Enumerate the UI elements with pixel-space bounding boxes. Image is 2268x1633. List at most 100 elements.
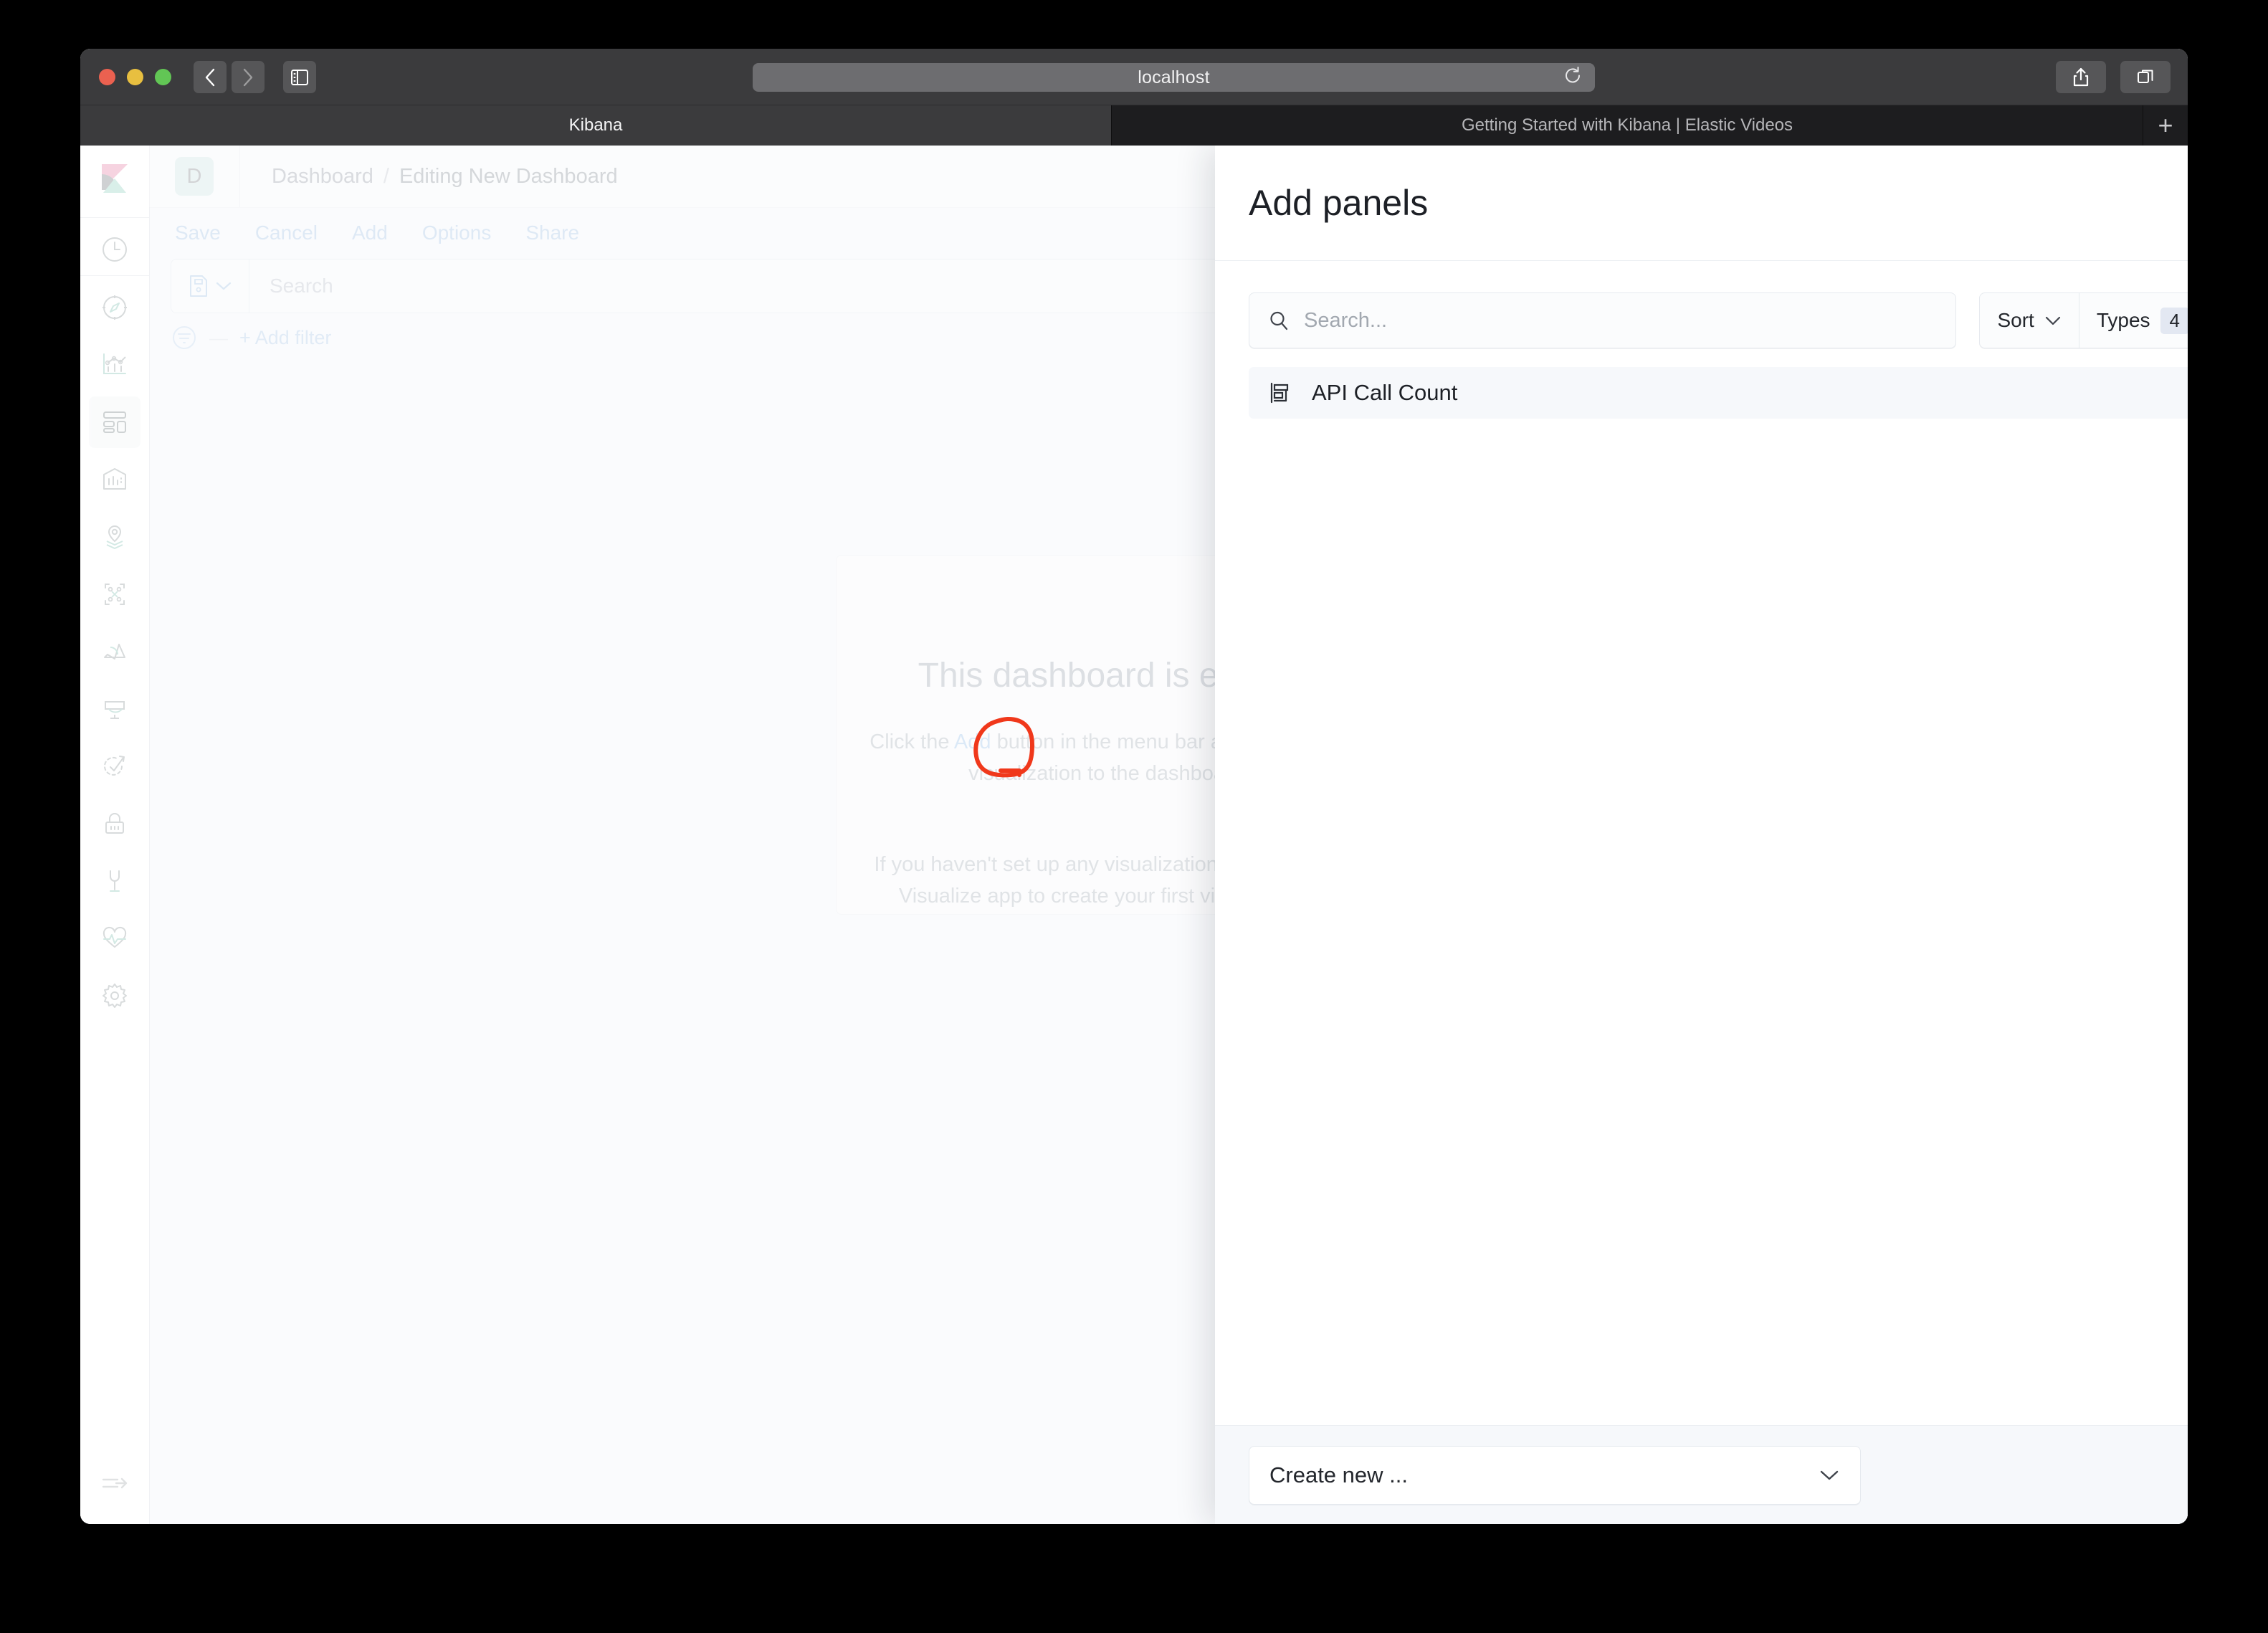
plus-icon: + bbox=[2158, 110, 2173, 140]
options-button[interactable]: Options bbox=[422, 222, 492, 244]
add-filter-button[interactable]: + Add filter bbox=[239, 327, 331, 349]
chevron-down-icon bbox=[1820, 1470, 1839, 1480]
filter-icon[interactable] bbox=[171, 324, 198, 351]
sidebar-item-management[interactable] bbox=[89, 970, 140, 1022]
sidebar-item-infrastructure[interactable] bbox=[89, 626, 140, 677]
sidebar-item-dev-tools[interactable] bbox=[89, 855, 140, 907]
share-icon bbox=[2073, 67, 2089, 86]
sort-label: Sort bbox=[1997, 309, 2034, 331]
browser-tab-getting-started[interactable]: Getting Started with Kibana | Elastic Vi… bbox=[1112, 105, 2143, 146]
list-item[interactable]: API Call Count bbox=[1249, 367, 2188, 419]
url-text: localhost bbox=[1138, 67, 1210, 87]
kibana-nav-rail bbox=[80, 146, 150, 1524]
space-avatar[interactable]: D bbox=[175, 157, 214, 196]
canvas-icon bbox=[103, 468, 126, 490]
search-input[interactable]: Search... bbox=[1249, 292, 1957, 348]
new-tab-button[interactable]: + bbox=[2143, 105, 2188, 146]
cancel-button[interactable]: Cancel bbox=[255, 222, 318, 244]
add-panels-flyout: Add panels Search... Sort Types 4 API Ca… bbox=[1215, 146, 2188, 1524]
sidebar-item-stack-monitoring[interactable] bbox=[89, 913, 140, 964]
sidebar-item-apm[interactable] bbox=[89, 683, 140, 735]
tab-overview-button[interactable] bbox=[2120, 61, 2171, 93]
sidebar-item-visualize[interactable] bbox=[89, 339, 140, 391]
sidebar-item-recently-viewed[interactable] bbox=[89, 224, 140, 275]
flyout-title: Add panels bbox=[1249, 183, 1429, 223]
add-button[interactable]: Add bbox=[352, 222, 388, 244]
elastic-kibana-logo-icon bbox=[102, 164, 128, 193]
rail-divider bbox=[80, 217, 149, 218]
sidebar-item-uptime[interactable] bbox=[89, 741, 140, 792]
empty-state-add-link[interactable]: Add bbox=[954, 730, 991, 753]
discover-compass-icon bbox=[103, 295, 127, 320]
panel-list: API Call Count bbox=[1249, 367, 2188, 419]
breadcrumb-root[interactable]: Dashboard bbox=[272, 165, 373, 189]
minimize-window-button[interactable] bbox=[127, 69, 143, 85]
monitoring-heartbeat-icon bbox=[103, 926, 127, 948]
dev-tools-wrench-icon bbox=[110, 870, 120, 892]
search-icon bbox=[1270, 311, 1288, 330]
sidebar-item-dashboard[interactable] bbox=[89, 396, 140, 448]
sidebar-item-canvas[interactable] bbox=[89, 454, 140, 505]
create-new-button[interactable]: Create new ... bbox=[1249, 1446, 1861, 1505]
browser-toolbar: localhost bbox=[80, 49, 2188, 105]
browser-tab-title: Getting Started with Kibana | Elastic Vi… bbox=[1461, 115, 1793, 135]
types-count-badge: 4 bbox=[2160, 307, 2188, 334]
create-new-label: Create new ... bbox=[1269, 1462, 1408, 1487]
breadcrumb: Dashboard / Editing New Dashboard bbox=[272, 165, 618, 189]
sidebar-collapse-button[interactable] bbox=[89, 1457, 140, 1509]
sidebar-icon bbox=[291, 69, 308, 85]
visualize-chart-icon bbox=[103, 353, 126, 374]
sidebar-toggle-button[interactable] bbox=[283, 61, 316, 93]
saved-query-button[interactable] bbox=[171, 259, 249, 313]
infrastructure-icon bbox=[104, 644, 125, 660]
kibana-app: D Dashboard / Editing New Dashboard Save… bbox=[80, 146, 2188, 1524]
chevron-right-icon bbox=[243, 68, 253, 86]
maximize-window-button[interactable] bbox=[155, 69, 171, 85]
sidebar-item-discover[interactable] bbox=[89, 282, 140, 333]
share-button[interactable] bbox=[2056, 61, 2106, 93]
list-item-label: API Call Count bbox=[1312, 380, 1458, 405]
chevron-left-icon bbox=[205, 68, 215, 86]
flyout-footer: Create new ... bbox=[1215, 1425, 2188, 1524]
chevron-down-icon bbox=[2045, 316, 2060, 325]
saved-query-icon bbox=[190, 275, 207, 297]
sort-button[interactable]: Sort bbox=[1980, 293, 2078, 348]
reload-icon bbox=[1566, 67, 1580, 83]
dashboard-icon bbox=[103, 411, 126, 433]
management-gear-icon bbox=[103, 984, 127, 1008]
filter-dash: — bbox=[209, 326, 228, 348]
browser-tab-bar: Kibana Getting Started with Kibana | Ela… bbox=[80, 105, 2188, 146]
breadcrumb-current: Editing New Dashboard bbox=[399, 164, 618, 188]
browser-tab-title: Kibana bbox=[568, 115, 623, 135]
flyout-search-row: Search... Sort Types 4 bbox=[1249, 292, 2188, 348]
flyout-filter-group: Sort Types 4 bbox=[1979, 292, 2188, 348]
forward-button[interactable] bbox=[232, 61, 265, 93]
header-divider bbox=[239, 146, 240, 207]
sidebar-item-maps[interactable] bbox=[89, 511, 140, 563]
reload-button[interactable] bbox=[1563, 67, 1582, 89]
flyout-body: Search... Sort Types 4 API Call Count bbox=[1215, 261, 2188, 1425]
window-traffic-lights bbox=[99, 69, 171, 85]
url-bar[interactable]: localhost bbox=[753, 63, 1595, 92]
uptime-icon bbox=[104, 756, 125, 776]
kibana-logo[interactable] bbox=[96, 161, 133, 199]
empty-state-body-prefix: Click the bbox=[869, 730, 954, 753]
share-button[interactable]: Share bbox=[525, 222, 579, 244]
collapse-arrow-icon bbox=[102, 1477, 128, 1489]
search-placeholder: Search... bbox=[1304, 308, 1388, 332]
browser-tab-kibana[interactable]: Kibana bbox=[80, 105, 1112, 146]
nav-buttons bbox=[194, 61, 265, 93]
sidebar-item-siem[interactable] bbox=[89, 798, 140, 849]
horizontal-bar-chart-icon bbox=[1270, 382, 1289, 404]
recently-viewed-icon bbox=[103, 237, 127, 262]
types-button[interactable]: Types 4 bbox=[2078, 293, 2188, 348]
save-button[interactable]: Save bbox=[175, 222, 221, 244]
rail-divider bbox=[80, 275, 149, 276]
copy-tabs-icon bbox=[2138, 70, 2153, 83]
query-placeholder: Search bbox=[270, 275, 333, 297]
back-button[interactable] bbox=[194, 61, 227, 93]
apm-icon bbox=[105, 701, 125, 719]
close-window-button[interactable] bbox=[99, 69, 115, 85]
sidebar-item-machine-learning[interactable] bbox=[89, 568, 140, 620]
security-lock-icon bbox=[105, 813, 124, 834]
